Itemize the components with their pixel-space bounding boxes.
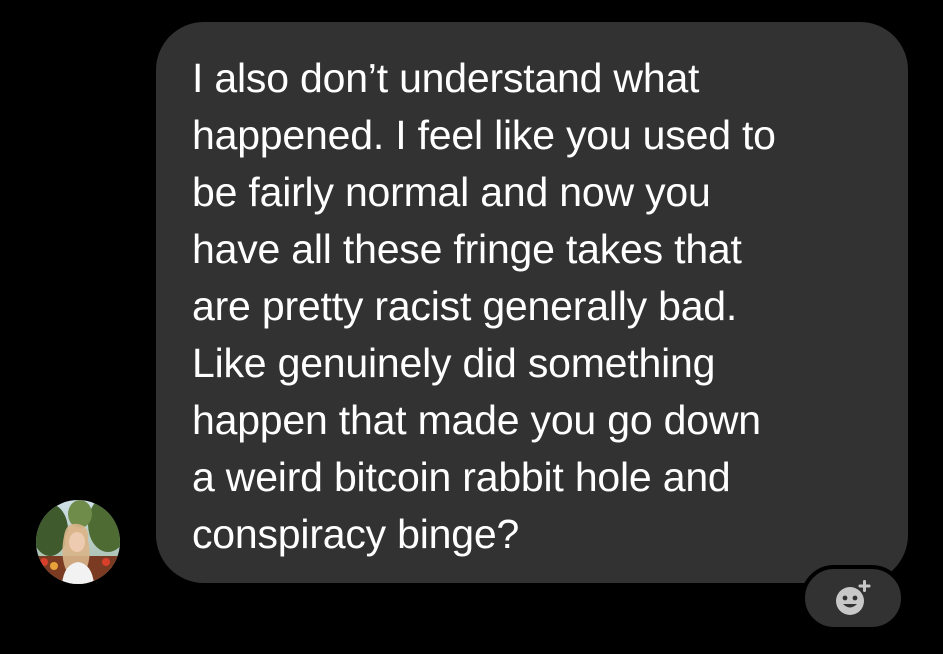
message-text: I also don’t understand what happened. I… <box>192 55 776 557</box>
avatar-photo <box>36 500 120 584</box>
add-reaction-button[interactable] <box>801 565 905 631</box>
message-bubble[interactable]: I also don’t understand what happened. I… <box>156 22 908 583</box>
add-reaction-smiley-icon <box>836 580 871 615</box>
sender-avatar[interactable] <box>36 500 120 584</box>
